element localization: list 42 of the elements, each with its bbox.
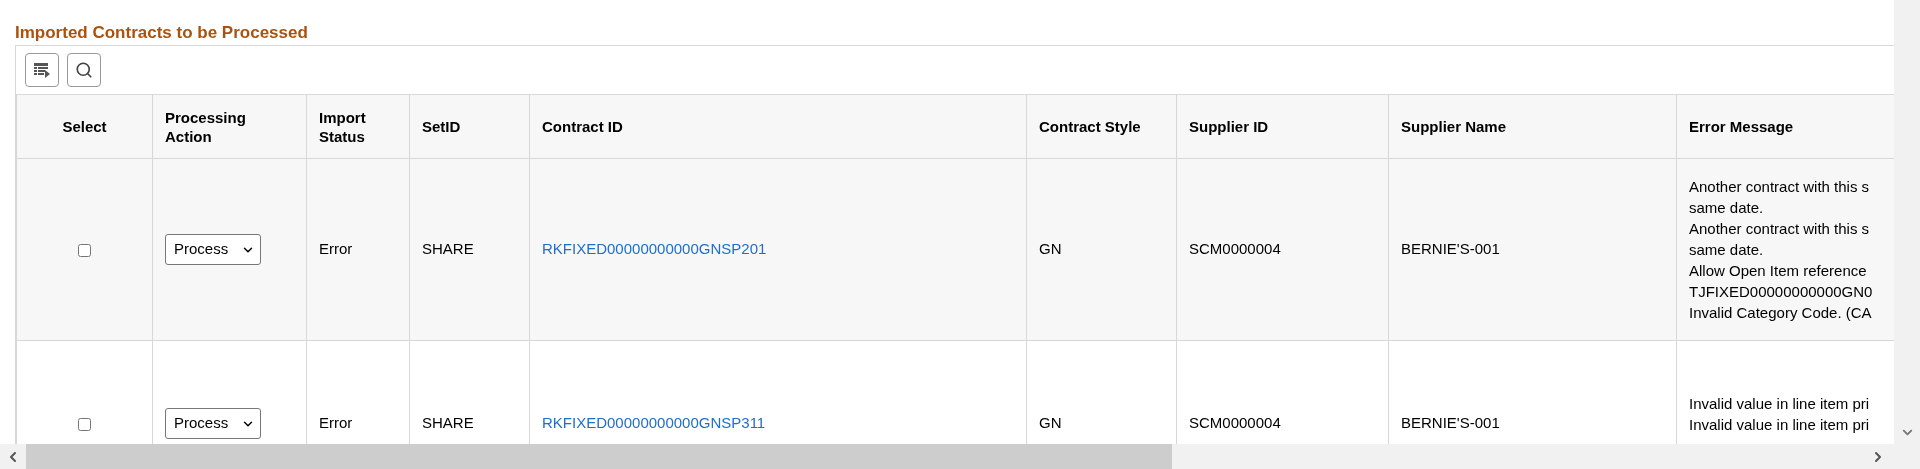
setid: SHARE xyxy=(422,240,474,258)
error-message-line: same date. xyxy=(1689,240,1764,260)
processing-action-dropdown[interactable]: Process xyxy=(165,234,261,265)
supplier-id: SCM0000004 xyxy=(1189,414,1281,432)
contract-style: GN xyxy=(1039,414,1062,432)
import-status: Error xyxy=(319,414,353,432)
error-message-line: Invalid value in line item pri xyxy=(1689,394,1870,414)
search-icon xyxy=(75,61,93,79)
import-status: Error xyxy=(319,240,353,258)
section-title: Imported Contracts to be Processed xyxy=(15,22,308,44)
error-message-line: Allow Open Item reference xyxy=(1689,261,1867,281)
column-header: Supplier Name xyxy=(1401,118,1507,135)
search-button[interactable] xyxy=(67,53,101,87)
column-header: Error Message xyxy=(1689,118,1794,135)
supplier-name: BERNIE'S-001 xyxy=(1401,414,1500,432)
contract-id-link[interactable]: RKFIXED00000000000GNSP201 xyxy=(542,240,767,258)
processing-action-dropdown[interactable]: Process xyxy=(165,408,261,439)
row-checkbox[interactable] xyxy=(78,243,91,257)
error-message-line: Another contract with this s xyxy=(1689,219,1870,239)
column-header: Select xyxy=(62,118,107,135)
vertical-scrollbar[interactable] xyxy=(1894,0,1920,444)
contract-style: GN xyxy=(1039,240,1062,258)
column-header: Processing Action xyxy=(165,108,246,145)
column-chooser-button[interactable] xyxy=(25,53,59,87)
column-header: Import Status xyxy=(319,108,366,145)
contract-id-link[interactable]: RKFIXED00000000000GNSP311 xyxy=(542,414,766,432)
horizontal-scrollbar[interactable] xyxy=(0,444,1920,469)
setid: SHARE xyxy=(422,414,474,432)
supplier-id: SCM0000004 xyxy=(1189,240,1281,258)
error-message-line: same date. xyxy=(1689,198,1764,218)
error-message-line: Invalid Category Code. (CA xyxy=(1689,303,1872,323)
column-header: Contract ID xyxy=(542,118,623,135)
row-checkbox[interactable] xyxy=(78,417,91,431)
error-message-line: Another contract with this s xyxy=(1689,177,1870,197)
supplier-name: BERNIE'S-001 xyxy=(1401,240,1500,258)
grid-icon xyxy=(33,62,51,78)
column-header: Supplier ID xyxy=(1189,118,1269,135)
scrollbar-thumb[interactable] xyxy=(26,444,1172,469)
error-message-line: Invalid value in line item pri xyxy=(1689,415,1870,435)
column-header: Contract Style xyxy=(1039,118,1141,135)
error-message-line: TJFIXED00000000000GN0 xyxy=(1689,282,1873,302)
column-header: SetID xyxy=(422,118,461,135)
